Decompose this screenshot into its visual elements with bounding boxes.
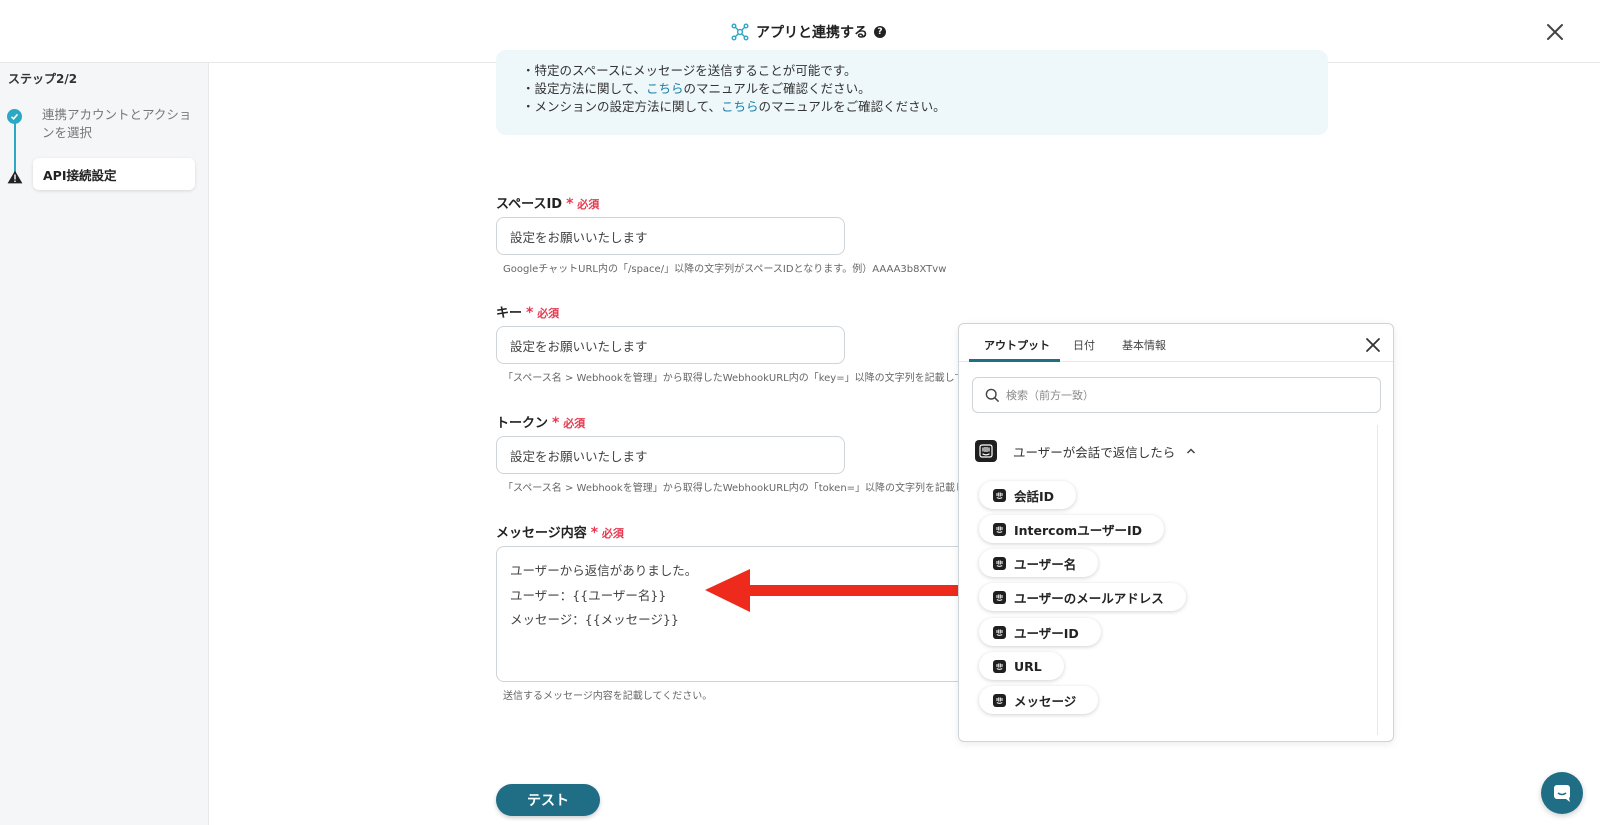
output-chip[interactable]: URL xyxy=(979,652,1064,680)
message-hint: 送信するメッセージ内容を記載してください。 xyxy=(503,691,713,702)
step-connector xyxy=(14,117,16,175)
intercom-logo-icon xyxy=(975,440,997,462)
panel-tabs: アウトプット 日付 基本情報 xyxy=(959,324,1393,362)
tab-date[interactable]: 日付 xyxy=(1073,337,1095,353)
chip-label: ユーザー名 xyxy=(1014,556,1077,572)
tab-basic-info[interactable]: 基本情報 xyxy=(1122,337,1166,353)
info-text: ・メンションの設定方法に関して、 xyxy=(522,99,722,114)
section-title: ユーザーが会話で返信したら xyxy=(1013,444,1176,460)
chip-label: 会話ID xyxy=(1014,488,1055,504)
intercom-logo-icon xyxy=(993,693,1006,707)
sidebar-item-api-settings[interactable]: API接続設定 xyxy=(33,158,195,190)
intercom-logo-icon xyxy=(993,590,1006,604)
sidebar-item-account-action[interactable]: 連携アカウントとアクションを選択 xyxy=(42,106,192,142)
token-input[interactable]: 設定をお願いいたします xyxy=(496,436,845,474)
info-line: ・特定のスペースにメッセージを送信することが可能です。 xyxy=(522,60,857,79)
modal-title: アプリと連携する xyxy=(756,25,868,41)
output-chip[interactable]: ユーザー名 xyxy=(979,549,1099,577)
close-icon[interactable] xyxy=(1541,18,1569,46)
help-icon[interactable]: ? xyxy=(874,26,886,38)
info-text: のマニュアルをご確認ください。 xyxy=(683,81,871,96)
key-label: キー * 必須 xyxy=(496,302,559,321)
info-text: ・設定方法に関して、 xyxy=(522,81,647,96)
required-text: 必須 xyxy=(601,527,624,540)
step-count: ステップ2/2 xyxy=(8,72,78,86)
info-line: ・設定方法に関して、こちらのマニュアルをご確認ください。 xyxy=(522,78,871,97)
output-chip[interactable]: 会話ID xyxy=(979,481,1077,509)
modal-title-group: アプリと連携する ? xyxy=(730,20,886,44)
search-input[interactable]: 検索（前方一致） xyxy=(972,377,1381,413)
required-text: 必須 xyxy=(563,417,586,430)
test-button[interactable]: テスト xyxy=(496,784,600,816)
field-label-text: スペースID xyxy=(496,197,563,212)
key-hint: 「スペース名 > Webhookを管理」から取得したWebhookURL内の「k… xyxy=(503,373,974,384)
output-panel: アウトプット 日付 基本情報 検索（前方一致） ユーザーが会話で返信したら 会話… xyxy=(958,323,1394,742)
field-label-text: トークン xyxy=(496,416,549,431)
required-badge: * 必須 xyxy=(526,305,560,321)
chip-label: URL xyxy=(1014,658,1042,674)
intercom-logo-icon xyxy=(993,556,1006,570)
annotation-arrow xyxy=(705,569,977,612)
chip-label: メッセージ xyxy=(1014,693,1077,709)
chip-label: IntercomユーザーID xyxy=(1014,522,1142,538)
trigger-section-header[interactable]: ユーザーが会話で返信したら xyxy=(975,440,1197,462)
info-text: のマニュアルをご確認ください。 xyxy=(758,99,946,114)
required-badge: * 必須 xyxy=(590,525,624,541)
output-chip[interactable]: ユーザーのメールアドレス xyxy=(979,583,1186,611)
chat-support-button[interactable] xyxy=(1541,772,1583,814)
chip-label: ユーザーID xyxy=(1014,625,1079,641)
mention-manual-link[interactable]: こちら xyxy=(721,99,759,114)
output-chip[interactable]: メッセージ xyxy=(979,686,1099,714)
close-icon[interactable] xyxy=(1364,336,1382,354)
required-badge: * 必須 xyxy=(552,415,586,431)
chip-label: ユーザーのメールアドレス xyxy=(1014,590,1164,606)
integration-icon xyxy=(731,23,749,41)
steps-sidebar: ステップ2/2 連携アカウントとアクションを選択 API接続設定 xyxy=(0,63,209,825)
field-label-text: メッセージ内容 xyxy=(496,526,587,541)
intercom-logo-icon xyxy=(993,625,1006,639)
search-placeholder: 検索（前方一致） xyxy=(1006,389,1094,402)
intercom-logo-icon xyxy=(993,488,1006,502)
field-label-text: キー xyxy=(496,306,523,321)
message-label: メッセージ内容 * 必須 xyxy=(496,522,624,541)
key-input[interactable]: 設定をお願いいたします xyxy=(496,326,845,364)
space-id-label: スペースID * 必須 xyxy=(496,193,599,212)
required-text: 必須 xyxy=(537,307,560,320)
space-id-hint: GoogleチャットURL内の「/space/」以降の文字列がスペースIDとなり… xyxy=(503,264,947,275)
check-icon xyxy=(7,109,22,124)
output-chip[interactable]: ユーザーID xyxy=(979,618,1101,646)
intercom-logo-icon xyxy=(993,659,1006,673)
chevron-up-icon[interactable] xyxy=(1185,445,1197,457)
space-id-input[interactable]: 設定をお願いいたします xyxy=(496,217,845,255)
token-label: トークン * 必須 xyxy=(496,412,585,431)
info-line: ・メンションの設定方法に関して、こちらのマニュアルをご確認ください。 xyxy=(522,96,946,115)
tab-output[interactable]: アウトプット xyxy=(984,337,1050,353)
required-text: 必須 xyxy=(577,198,600,211)
warning-icon xyxy=(7,170,23,184)
scrollbar[interactable] xyxy=(1377,425,1378,735)
intercom-logo-icon xyxy=(993,522,1006,536)
token-hint: 「スペース名 > Webhookを管理」から取得したWebhookURL内の「t… xyxy=(503,483,975,494)
required-badge: * 必須 xyxy=(566,196,600,212)
info-text: ・特定のスペースにメッセージを送信することが可能です。 xyxy=(522,63,857,78)
output-chip[interactable]: IntercomユーザーID xyxy=(979,515,1164,543)
search-icon xyxy=(985,388,1000,402)
active-tab-indicator xyxy=(969,359,1060,362)
manual-link[interactable]: こちら xyxy=(646,81,684,96)
chat-icon xyxy=(1554,785,1570,802)
